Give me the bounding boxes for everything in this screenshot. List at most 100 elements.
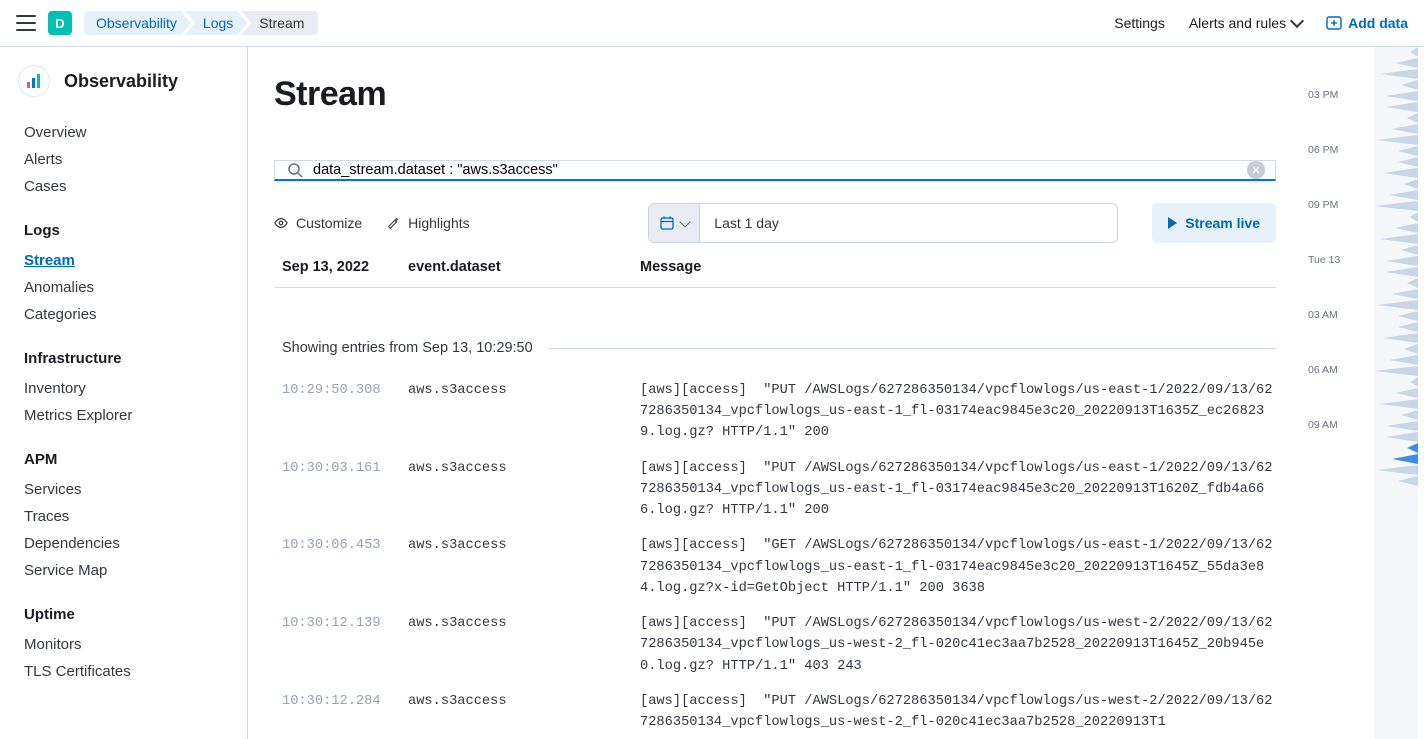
log-row[interactable]: 10:30:06.453aws.s3access[aws][access] "G… [282,535,1276,599]
alerts-rules-label: Alerts and rules [1189,15,1286,31]
add-data-link[interactable]: Add data [1326,15,1408,31]
col-header-time: Sep 13, 2022 [282,259,408,275]
minimap-bar [1395,58,1418,68]
minimap-bar [1398,146,1418,156]
settings-link[interactable]: Settings [1114,15,1165,31]
chevron-down-icon [680,216,691,227]
log-dataset: aws.s3access [408,613,640,677]
search-icon [287,162,303,178]
minimap-bar [1386,102,1418,112]
minimap-bar [1383,168,1418,178]
time-picker-quick-button[interactable] [649,204,700,242]
nav-group-title: Uptime [24,606,239,623]
log-dataset: aws.s3access [408,691,640,733]
log-timestamp: 10:30:12.284 [282,691,408,733]
minimap-bar [1410,212,1418,222]
col-header-message: Message [640,259,1276,275]
minimap-bar [1395,388,1418,398]
minimap-bar [1401,80,1418,90]
minimap-bar [1392,289,1418,299]
minimap-bar [1398,322,1418,332]
minimap-bar [1410,377,1418,387]
minimap-bar [1398,311,1418,321]
minimap-bar [1404,179,1418,189]
top-right-actions: Settings Alerts and rules Add data [1114,15,1408,31]
main-content: Stream ✕ Customize Highlights [248,47,1302,739]
log-message: [aws][access] "PUT /AWSLogs/627286350134… [640,380,1276,444]
sidebar-item-inventory[interactable]: Inventory [16,375,239,402]
user-avatar[interactable]: D [48,11,72,35]
sidebar-item-monitors[interactable]: Monitors [16,631,239,658]
log-timestamp: 10:30:03.161 [282,458,408,522]
minimap-bar [1377,300,1418,310]
sidebar-item-metrics-explorer[interactable]: Metrics Explorer [16,402,239,429]
minimap-bar [1383,333,1418,343]
customize-button[interactable]: Customize [274,215,362,231]
minimap-bar [1404,344,1418,354]
minimap-bar [1386,256,1418,266]
query-bar[interactable]: ✕ [274,160,1276,181]
stream-toolbar: Customize Highlights Last 1 day Strea [274,203,1276,243]
query-input[interactable] [303,162,1247,178]
eye-icon [274,216,288,230]
minimap-bar [1386,91,1418,101]
clear-query-button[interactable]: ✕ [1247,161,1265,179]
sidebar-item-alerts[interactable]: Alerts [16,146,239,173]
log-message: [aws][access] "PUT /AWSLogs/627286350134… [640,458,1276,522]
stream-live-button[interactable]: Stream live [1152,203,1276,243]
sidebar-item-overview[interactable]: Overview [16,119,239,146]
minimap-tick: Tue 13 [1308,254,1340,266]
highlights-label: Highlights [408,215,469,231]
sidebar-item-tls-certificates[interactable]: TLS Certificates [16,658,239,685]
minimap-tick: 09 PM [1308,199,1338,211]
minimap-bar [1380,69,1418,79]
highlights-button[interactable]: Highlights [386,215,469,231]
log-row[interactable]: 10:29:50.308aws.s3access[aws][access] "P… [282,380,1276,444]
minimap-bar [1380,234,1418,244]
minimap-bar [1398,476,1418,486]
sidebar-item-stream[interactable]: Stream [16,247,239,274]
time-range-picker[interactable]: Last 1 day [648,203,1118,243]
log-dataset: aws.s3access [408,458,640,522]
log-row[interactable]: 10:30:03.161aws.s3access[aws][access] "P… [282,458,1276,522]
log-row[interactable]: 10:30:12.139aws.s3access[aws][access] "P… [282,613,1276,677]
log-minimap[interactable]: 03 PM06 PM09 PMTue 1303 AM06 AM09 AM [1302,47,1424,739]
log-timestamp: 10:29:50.308 [282,380,408,444]
nav-group-title: Infrastructure [24,350,239,367]
minimap-tick: 09 AM [1308,419,1338,431]
add-data-icon [1326,15,1342,31]
col-header-dataset: event.dataset [408,259,640,275]
minimap-bar [1407,113,1418,123]
nav-group-title: APM [24,451,239,468]
sidebar-item-dependencies[interactable]: Dependencies [16,530,239,557]
sidebar-item-cases[interactable]: Cases [16,173,239,200]
sidebar-item-categories[interactable]: Categories [16,301,239,328]
add-data-label: Add data [1348,15,1408,31]
observability-logo-icon [18,65,50,97]
highlighter-icon [386,216,400,230]
minimap-bar [1407,443,1418,453]
minimap-bar [1410,47,1418,57]
minimap-bar [1389,190,1418,200]
sidebar-title: Observability [64,71,178,92]
menu-toggle-icon[interactable] [16,13,36,33]
breadcrumb: Observability Logs Stream [84,11,318,35]
sidebar-item-anomalies[interactable]: Anomalies [16,274,239,301]
sidebar-item-service-map[interactable]: Service Map [16,557,239,584]
minimap-bar [1407,278,1418,288]
entries-start-marker: Showing entries from Sep 13, 10:29:50 [274,340,1276,356]
customize-label: Customize [296,215,362,231]
log-message: [aws][access] "GET /AWSLogs/627286350134… [640,535,1276,599]
sidebar-item-traces[interactable]: Traces [16,503,239,530]
minimap-bar [1380,399,1418,409]
log-row[interactable]: 10:30:12.284aws.s3access[aws][access] "P… [282,691,1276,733]
breadcrumb-stream: Stream [241,11,318,35]
time-range-label[interactable]: Last 1 day [700,204,1117,242]
minimap-bar [1392,454,1418,464]
alerts-rules-link[interactable]: Alerts and rules [1189,15,1302,31]
minimap-bar [1401,245,1418,255]
sidebar-item-services[interactable]: Services [16,476,239,503]
breadcrumb-logs[interactable]: Logs [185,11,247,35]
log-timestamp: 10:30:06.453 [282,535,408,599]
breadcrumb-observability[interactable]: Observability [84,11,191,35]
